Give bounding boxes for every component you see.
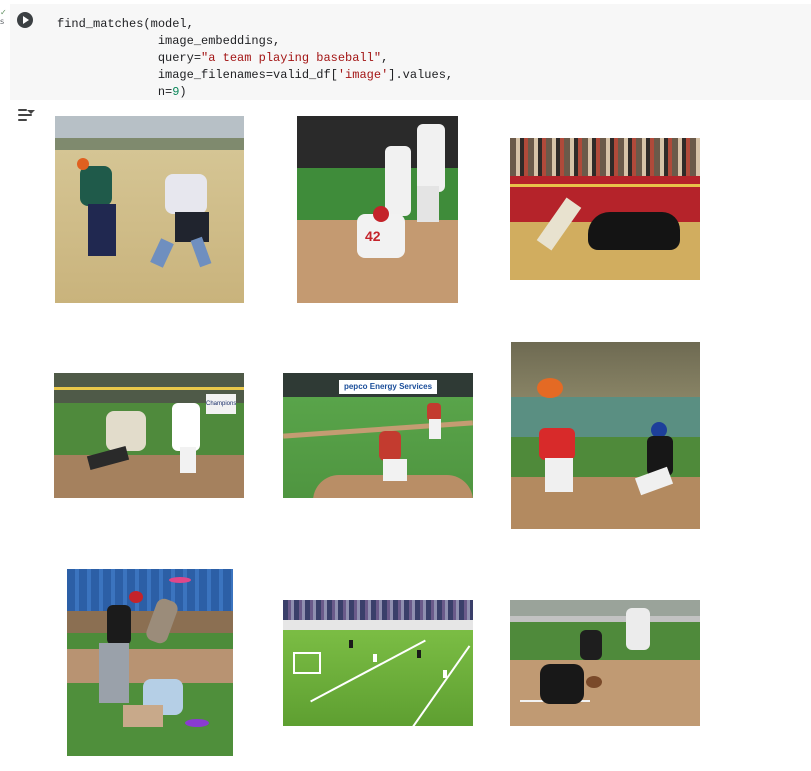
code-line-5: n=9): [57, 85, 187, 99]
query-string: "a team playing baseball": [201, 51, 382, 65]
code-line-2: image_embeddings,: [57, 34, 281, 48]
code-line-4: image_filenames=valid_df['image'].values…: [57, 68, 454, 82]
pepco-banner: pepco Energy Services: [339, 380, 437, 394]
code-line-1: find_matches(model,: [57, 17, 194, 31]
result-image-9: [510, 600, 700, 726]
result-image-2: 42: [297, 116, 458, 303]
jersey-number-label: 42: [365, 228, 381, 244]
result-image-4: Champions: [54, 373, 244, 498]
champions-sign: Champions: [206, 394, 236, 414]
result-image-6: [511, 342, 700, 529]
checkmark-icon: ✓: [0, 8, 7, 17]
result-image-8: [283, 600, 473, 726]
result-image-5: pepco Energy Services: [283, 373, 473, 498]
output-actions-icon[interactable]: [16, 107, 36, 123]
player-figure: [165, 174, 207, 214]
result-image-1: [55, 116, 244, 303]
execution-time: s: [0, 17, 5, 26]
result-image-7: [67, 569, 233, 756]
result-image-3: [510, 138, 700, 280]
code-editor[interactable]: find_matches(model, image_embeddings, qu…: [57, 16, 453, 101]
code-cell[interactable]: find_matches(model, image_embeddings, qu…: [10, 4, 811, 100]
code-line-3: query="a team playing baseball",: [57, 51, 389, 65]
column-string: 'image': [337, 68, 389, 82]
player-figure: [80, 166, 112, 206]
cell-status-indicator: ✓ s: [0, 8, 8, 26]
run-cell-button[interactable]: [17, 12, 33, 28]
